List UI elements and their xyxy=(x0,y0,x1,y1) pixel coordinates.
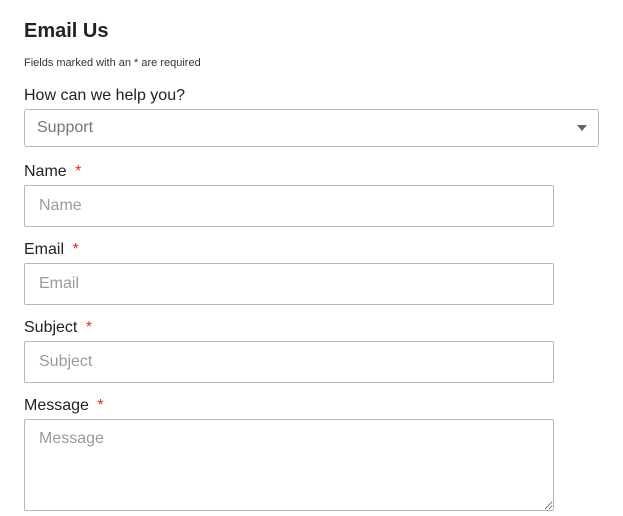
help-selected-value: Support xyxy=(37,119,93,137)
help-select[interactable]: Support xyxy=(24,109,599,147)
message-label: Message * xyxy=(24,397,599,415)
subject-label-text: Subject xyxy=(24,319,77,336)
message-textarea[interactable] xyxy=(24,419,554,511)
help-label: How can we help you? xyxy=(24,87,599,105)
required-fields-note: Fields marked with an * are required xyxy=(24,57,599,69)
email-label: Email * xyxy=(24,241,599,259)
email-input[interactable] xyxy=(24,263,554,305)
name-label-text: Name xyxy=(24,163,67,180)
required-star: * xyxy=(75,163,81,180)
required-star: * xyxy=(72,241,78,258)
page-title: Email Us xyxy=(24,20,599,43)
email-label-text: Email xyxy=(24,241,64,258)
subject-input[interactable] xyxy=(24,341,554,383)
name-input[interactable] xyxy=(24,185,554,227)
name-label: Name * xyxy=(24,163,599,181)
required-star: * xyxy=(86,319,92,336)
required-star: * xyxy=(97,397,103,414)
message-label-text: Message xyxy=(24,397,89,414)
subject-label: Subject * xyxy=(24,319,599,337)
